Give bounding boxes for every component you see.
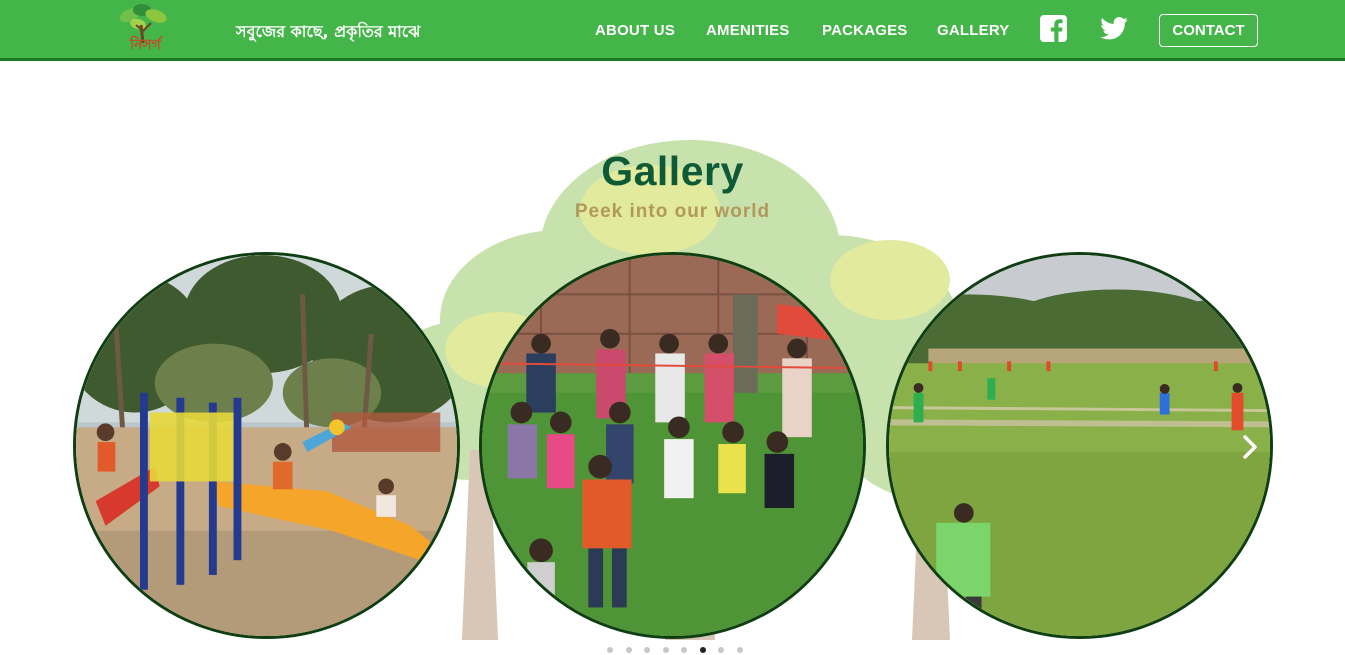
nav-gallery[interactable]: GALLERY: [937, 22, 1010, 39]
carousel-pagination: [600, 647, 750, 655]
nav-packages[interactable]: PACKAGES: [822, 22, 908, 39]
carousel-dot[interactable]: [699, 647, 706, 653]
carousel-dot[interactable]: [662, 647, 669, 653]
gallery-photo-race[interactable]: [479, 252, 866, 639]
carousel-dot[interactable]: [625, 647, 632, 653]
top-navbar: নিসর্গ সবুজের কাছে, প্রকৃতির মাঝে ABOUT …: [0, 0, 1345, 61]
twitter-icon: [1100, 17, 1128, 40]
gallery-photo-cricket[interactable]: [886, 252, 1273, 639]
cricket-field-image: [889, 255, 1270, 636]
chevron-right-icon: [1243, 435, 1257, 459]
gallery-photo-playground[interactable]: [73, 252, 460, 639]
site-tagline: সবুজের কাছে, প্রকৃতির মাঝে: [236, 22, 421, 41]
carousel-dot[interactable]: [736, 647, 743, 653]
facebook-icon: [1040, 15, 1067, 42]
twitter-link[interactable]: [1100, 17, 1128, 40]
playground-image: [76, 255, 457, 636]
carousel-next-button[interactable]: [1239, 433, 1261, 461]
carousel-dot[interactable]: [681, 647, 687, 653]
race-image: [482, 255, 863, 636]
nav-about-us[interactable]: ABOUT US: [595, 22, 675, 39]
gallery-subtitle: Peek into our world: [574, 201, 771, 222]
site-logo[interactable]: নিসর্গ: [116, 1, 180, 55]
gallery-title: Gallery: [601, 148, 744, 194]
carousel-dot[interactable]: [718, 647, 724, 653]
carousel-dot[interactable]: [644, 647, 650, 653]
contact-button[interactable]: CONTACT: [1159, 14, 1258, 47]
nav-amenities[interactable]: AMENITIES: [706, 22, 789, 39]
facebook-link[interactable]: [1040, 15, 1067, 42]
logo-text: নিসর্গ: [130, 37, 161, 53]
carousel-dot[interactable]: [607, 647, 613, 653]
